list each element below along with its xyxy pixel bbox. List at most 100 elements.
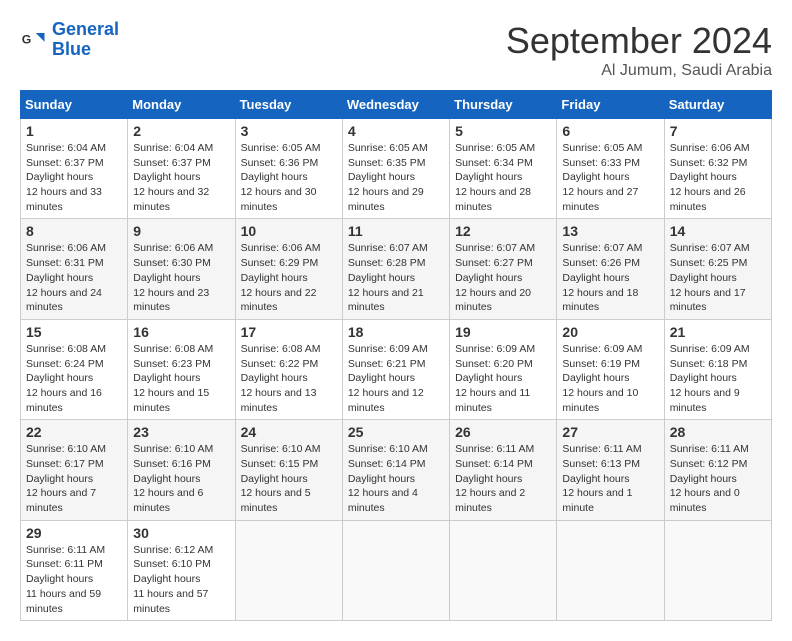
day-number: 7 <box>670 123 766 139</box>
day-number: 13 <box>562 223 658 239</box>
day-number: 14 <box>670 223 766 239</box>
day-detail: Sunrise: 6:09 AMSunset: 6:20 PMDaylight … <box>455 342 551 415</box>
title-block: September 2024 Al Jumum, Saudi Arabia <box>506 20 772 80</box>
logo-blue: Blue <box>52 39 91 59</box>
day-detail: Sunrise: 6:09 AMSunset: 6:21 PMDaylight … <box>348 342 444 415</box>
day-number: 20 <box>562 324 658 340</box>
calendar-week-row: 1 Sunrise: 6:04 AMSunset: 6:37 PMDayligh… <box>21 119 772 219</box>
day-number: 10 <box>241 223 337 239</box>
day-detail: Sunrise: 6:07 AMSunset: 6:25 PMDaylight … <box>670 241 766 314</box>
table-row: 15 Sunrise: 6:08 AMSunset: 6:24 PMDaylig… <box>21 319 128 419</box>
table-row: 22 Sunrise: 6:10 AMSunset: 6:17 PMDaylig… <box>21 420 128 520</box>
col-friday: Friday <box>557 91 664 119</box>
day-detail: Sunrise: 6:06 AMSunset: 6:29 PMDaylight … <box>241 241 337 314</box>
table-row: 7 Sunrise: 6:06 AMSunset: 6:32 PMDayligh… <box>664 119 771 219</box>
day-detail: Sunrise: 6:07 AMSunset: 6:27 PMDaylight … <box>455 241 551 314</box>
day-number: 1 <box>26 123 122 139</box>
col-saturday: Saturday <box>664 91 771 119</box>
day-detail: Sunrise: 6:11 AMSunset: 6:11 PMDaylight … <box>26 543 122 616</box>
day-number: 3 <box>241 123 337 139</box>
day-detail: Sunrise: 6:05 AMSunset: 6:36 PMDaylight … <box>241 141 337 214</box>
day-detail: Sunrise: 6:10 AMSunset: 6:16 PMDaylight … <box>133 442 229 515</box>
table-row: 20 Sunrise: 6:09 AMSunset: 6:19 PMDaylig… <box>557 319 664 419</box>
table-row: 27 Sunrise: 6:11 AMSunset: 6:13 PMDaylig… <box>557 420 664 520</box>
col-tuesday: Tuesday <box>235 91 342 119</box>
table-row: 13 Sunrise: 6:07 AMSunset: 6:26 PMDaylig… <box>557 219 664 319</box>
day-number: 15 <box>26 324 122 340</box>
day-number: 27 <box>562 424 658 440</box>
empty-cell <box>235 520 342 620</box>
day-number: 25 <box>348 424 444 440</box>
table-row: 6 Sunrise: 6:05 AMSunset: 6:33 PMDayligh… <box>557 119 664 219</box>
day-detail: Sunrise: 6:06 AMSunset: 6:32 PMDaylight … <box>670 141 766 214</box>
day-number: 30 <box>133 525 229 541</box>
day-number: 26 <box>455 424 551 440</box>
day-number: 23 <box>133 424 229 440</box>
table-row: 1 Sunrise: 6:04 AMSunset: 6:37 PMDayligh… <box>21 119 128 219</box>
day-number: 4 <box>348 123 444 139</box>
page-header: G General Blue September 2024 Al Jumum, … <box>20 20 772 80</box>
logo: G General Blue <box>20 20 119 60</box>
day-number: 5 <box>455 123 551 139</box>
col-sunday: Sunday <box>21 91 128 119</box>
table-row: 5 Sunrise: 6:05 AMSunset: 6:34 PMDayligh… <box>450 119 557 219</box>
day-detail: Sunrise: 6:07 AMSunset: 6:28 PMDaylight … <box>348 241 444 314</box>
day-number: 9 <box>133 223 229 239</box>
day-number: 28 <box>670 424 766 440</box>
logo-general: General <box>52 19 119 39</box>
table-row: 12 Sunrise: 6:07 AMSunset: 6:27 PMDaylig… <box>450 219 557 319</box>
table-row: 17 Sunrise: 6:08 AMSunset: 6:22 PMDaylig… <box>235 319 342 419</box>
table-row: 26 Sunrise: 6:11 AMSunset: 6:14 PMDaylig… <box>450 420 557 520</box>
table-row: 14 Sunrise: 6:07 AMSunset: 6:25 PMDaylig… <box>664 219 771 319</box>
calendar-week-row: 22 Sunrise: 6:10 AMSunset: 6:17 PMDaylig… <box>21 420 772 520</box>
header-row: Sunday Monday Tuesday Wednesday Thursday… <box>21 91 772 119</box>
day-detail: Sunrise: 6:11 AMSunset: 6:14 PMDaylight … <box>455 442 551 515</box>
day-detail: Sunrise: 6:08 AMSunset: 6:24 PMDaylight … <box>26 342 122 415</box>
table-row: 30 Sunrise: 6:12 AMSunset: 6:10 PMDaylig… <box>128 520 235 620</box>
day-number: 21 <box>670 324 766 340</box>
calendar-week-row: 29 Sunrise: 6:11 AMSunset: 6:11 PMDaylig… <box>21 520 772 620</box>
logo-icon: G <box>20 26 48 54</box>
table-row: 3 Sunrise: 6:05 AMSunset: 6:36 PMDayligh… <box>235 119 342 219</box>
day-number: 18 <box>348 324 444 340</box>
day-number: 2 <box>133 123 229 139</box>
empty-cell <box>342 520 449 620</box>
day-detail: Sunrise: 6:07 AMSunset: 6:26 PMDaylight … <box>562 241 658 314</box>
table-row: 8 Sunrise: 6:06 AMSunset: 6:31 PMDayligh… <box>21 219 128 319</box>
day-detail: Sunrise: 6:09 AMSunset: 6:18 PMDaylight … <box>670 342 766 415</box>
table-row: 25 Sunrise: 6:10 AMSunset: 6:14 PMDaylig… <box>342 420 449 520</box>
day-detail: Sunrise: 6:05 AMSunset: 6:34 PMDaylight … <box>455 141 551 214</box>
day-detail: Sunrise: 6:12 AMSunset: 6:10 PMDaylight … <box>133 543 229 616</box>
day-detail: Sunrise: 6:05 AMSunset: 6:33 PMDaylight … <box>562 141 658 214</box>
table-row: 2 Sunrise: 6:04 AMSunset: 6:37 PMDayligh… <box>128 119 235 219</box>
empty-cell <box>450 520 557 620</box>
day-number: 11 <box>348 223 444 239</box>
day-number: 17 <box>241 324 337 340</box>
empty-cell <box>557 520 664 620</box>
month-title: September 2024 <box>506 20 772 62</box>
day-detail: Sunrise: 6:04 AMSunset: 6:37 PMDaylight … <box>133 141 229 214</box>
day-detail: Sunrise: 6:10 AMSunset: 6:14 PMDaylight … <box>348 442 444 515</box>
day-detail: Sunrise: 6:11 AMSunset: 6:12 PMDaylight … <box>670 442 766 515</box>
day-number: 12 <box>455 223 551 239</box>
table-row: 18 Sunrise: 6:09 AMSunset: 6:21 PMDaylig… <box>342 319 449 419</box>
calendar-week-row: 15 Sunrise: 6:08 AMSunset: 6:24 PMDaylig… <box>21 319 772 419</box>
calendar-week-row: 8 Sunrise: 6:06 AMSunset: 6:31 PMDayligh… <box>21 219 772 319</box>
logo-text: General Blue <box>52 20 119 60</box>
table-row: 19 Sunrise: 6:09 AMSunset: 6:20 PMDaylig… <box>450 319 557 419</box>
day-detail: Sunrise: 6:11 AMSunset: 6:13 PMDaylight … <box>562 442 658 515</box>
day-detail: Sunrise: 6:10 AMSunset: 6:17 PMDaylight … <box>26 442 122 515</box>
day-number: 8 <box>26 223 122 239</box>
empty-cell <box>664 520 771 620</box>
day-number: 19 <box>455 324 551 340</box>
table-row: 11 Sunrise: 6:07 AMSunset: 6:28 PMDaylig… <box>342 219 449 319</box>
location-subtitle: Al Jumum, Saudi Arabia <box>506 62 772 80</box>
table-row: 4 Sunrise: 6:05 AMSunset: 6:35 PMDayligh… <box>342 119 449 219</box>
day-number: 29 <box>26 525 122 541</box>
day-number: 22 <box>26 424 122 440</box>
table-row: 10 Sunrise: 6:06 AMSunset: 6:29 PMDaylig… <box>235 219 342 319</box>
day-detail: Sunrise: 6:08 AMSunset: 6:23 PMDaylight … <box>133 342 229 415</box>
table-row: 23 Sunrise: 6:10 AMSunset: 6:16 PMDaylig… <box>128 420 235 520</box>
day-detail: Sunrise: 6:08 AMSunset: 6:22 PMDaylight … <box>241 342 337 415</box>
svg-text:G: G <box>22 32 32 46</box>
